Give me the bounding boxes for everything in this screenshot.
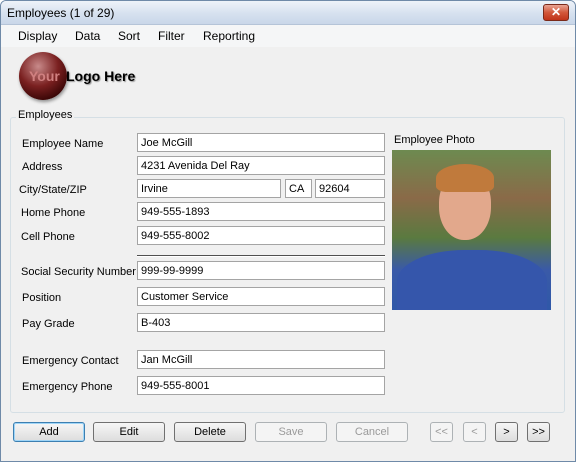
employee-name-field[interactable] (137, 133, 385, 152)
emergency-phone-label: Emergency Phone (22, 381, 113, 393)
menu-sort[interactable]: Sort (118, 29, 140, 43)
employees-window: Employees (1 of 29) ✕ Display Data Sort … (0, 0, 576, 462)
state-field[interactable] (285, 179, 312, 198)
city-field[interactable] (137, 179, 281, 198)
last-record-button[interactable]: >> (527, 422, 550, 442)
delete-button[interactable]: Delete (174, 422, 246, 442)
menu-display[interactable]: Display (18, 29, 57, 43)
employee-photo (392, 150, 551, 310)
ssn-field[interactable] (137, 261, 385, 280)
logo-text-your: Your (29, 68, 60, 84)
emergency-contact-label: Emergency Contact (22, 355, 119, 367)
employee-name-label: Employee Name (22, 138, 104, 150)
pay-grade-field[interactable] (137, 313, 385, 332)
section-separator (137, 255, 385, 257)
menu-filter[interactable]: Filter (158, 29, 185, 43)
menu-reporting[interactable]: Reporting (203, 29, 255, 43)
form-content: Your Logo Here Employees Employee Name A… (4, 47, 572, 460)
home-phone-label: Home Phone (21, 207, 86, 219)
emergency-phone-field[interactable] (137, 376, 385, 395)
position-label: Position (22, 292, 62, 304)
home-phone-field[interactable] (137, 202, 385, 221)
previous-record-button[interactable]: < (463, 422, 486, 442)
logo-text-rest: Logo Here (66, 68, 136, 84)
menu-bar: Display Data Sort Filter Reporting (1, 25, 575, 47)
cell-phone-field[interactable] (137, 226, 385, 245)
address-label: Address (22, 161, 63, 173)
window-title: Employees (1 of 29) (7, 6, 115, 20)
address-field[interactable] (137, 156, 385, 175)
title-bar[interactable]: Employees (1 of 29) ✕ (1, 1, 575, 25)
save-button[interactable]: Save (255, 422, 327, 442)
employee-photo-label: Employee Photo (394, 134, 475, 146)
city-state-zip-label: City/State/ZIP (19, 184, 87, 196)
ssn-label: Social Security Number (21, 266, 136, 278)
employees-group-label: Employees (16, 109, 75, 121)
cell-phone-label: Cell Phone (21, 231, 75, 243)
zip-field[interactable] (315, 179, 385, 198)
first-record-button[interactable]: << (430, 422, 453, 442)
menu-data[interactable]: Data (75, 29, 100, 43)
next-record-button[interactable]: > (495, 422, 518, 442)
add-button[interactable]: Add (13, 422, 85, 442)
cancel-button[interactable]: Cancel (336, 422, 408, 442)
close-button[interactable]: ✕ (543, 4, 569, 21)
emergency-contact-field[interactable] (137, 350, 385, 369)
pay-grade-label: Pay Grade (22, 318, 75, 330)
edit-button[interactable]: Edit (93, 422, 165, 442)
position-field[interactable] (137, 287, 385, 306)
